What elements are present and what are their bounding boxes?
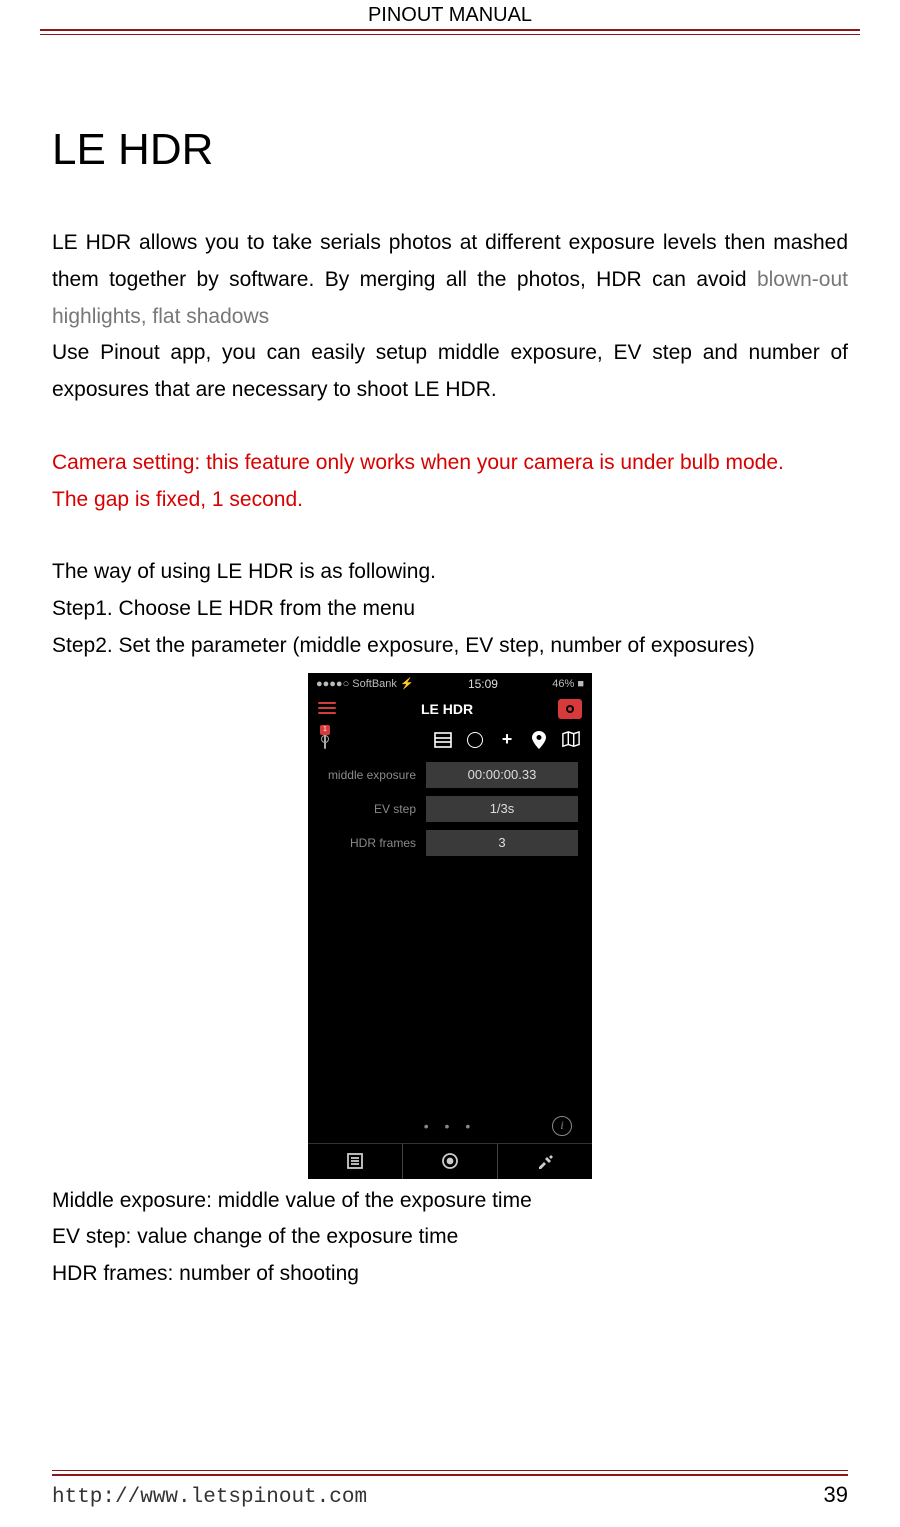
- field-ev-step[interactable]: 1/3s: [426, 796, 578, 822]
- label-hdr-frames: HDR frames: [308, 836, 426, 850]
- target-icon[interactable]: [466, 731, 484, 749]
- page-footer: http://www.letspinout.com 39: [0, 1470, 900, 1509]
- para1-text: LE HDR allows you to take serials photos…: [52, 231, 848, 291]
- field-hdr-frames[interactable]: 3: [426, 830, 578, 856]
- label-ev-step: EV step: [308, 802, 426, 816]
- app-bar: LE HDR: [308, 693, 592, 725]
- page-dots: • • •: [424, 1118, 476, 1134]
- status-carrier: ●●●●○ SoftBank ⚡: [316, 677, 414, 690]
- phone-screenshot: ●●●●○ SoftBank ⚡ 15:09 46% ■ LE HDR 1 +: [308, 673, 592, 1179]
- tab-tools[interactable]: [498, 1143, 592, 1179]
- app-title: LE HDR: [421, 701, 473, 717]
- warning-line-2: The gap is fixed, 1 second.: [52, 482, 848, 519]
- pager-row: • • • i: [308, 1109, 592, 1143]
- label-middle-exposure: middle exposure: [308, 768, 426, 782]
- badge-count: 1: [320, 725, 330, 735]
- list-icon[interactable]: [434, 731, 452, 749]
- field-middle-exposure[interactable]: 00:00:00.33: [426, 762, 578, 788]
- definition-middle-exposure: Middle exposure: middle value of the exp…: [52, 1183, 848, 1220]
- row-hdr-frames: HDR frames 3: [308, 827, 592, 859]
- toolbar-row: 1 +: [308, 725, 592, 759]
- menu-icon[interactable]: [318, 702, 336, 716]
- definition-ev-step: EV step: value change of the exposure ti…: [52, 1219, 848, 1256]
- row-ev-step: EV step 1/3s: [308, 793, 592, 825]
- footer-url: http://www.letspinout.com: [52, 1486, 367, 1509]
- step-2: Step2. Set the parameter (middle exposur…: [52, 628, 848, 665]
- plus-icon[interactable]: +: [498, 731, 516, 749]
- tab-bar: [308, 1143, 592, 1179]
- settings-form: middle exposure 00:00:00.33 EV step 1/3s…: [308, 759, 592, 869]
- info-icon[interactable]: i: [552, 1116, 572, 1136]
- warning-line-1: Camera setting: this feature only works …: [52, 445, 848, 482]
- status-bar: ●●●●○ SoftBank ⚡ 15:09 46% ■: [308, 673, 592, 693]
- page-header: PINOUT MANUAL: [0, 0, 900, 29]
- step-1: Step1. Choose LE HDR from the menu: [52, 591, 848, 628]
- row-middle-exposure: middle exposure 00:00:00.33: [308, 759, 592, 791]
- paragraph-intro-2: Use Pinout app, you can easily setup mid…: [52, 335, 848, 409]
- definition-hdr-frames: HDR frames: number of shooting: [52, 1256, 848, 1293]
- status-time: 15:09: [468, 677, 498, 691]
- gallery-icon[interactable]: 1: [324, 731, 326, 749]
- tab-list[interactable]: [308, 1143, 403, 1179]
- pin-icon[interactable]: [530, 731, 548, 749]
- map-icon[interactable]: [562, 731, 580, 749]
- status-battery: 46% ■: [552, 678, 584, 690]
- shutter-button[interactable]: [558, 699, 582, 719]
- tab-record[interactable]: [403, 1143, 498, 1179]
- usage-intro: The way of using LE HDR is as following.: [52, 554, 848, 591]
- footer-page-number: 39: [824, 1482, 848, 1508]
- paragraph-intro-1: LE HDR allows you to take serials photos…: [52, 225, 848, 335]
- heading-le-hdr: LE HDR: [52, 125, 848, 175]
- footer-rule: [52, 1470, 848, 1476]
